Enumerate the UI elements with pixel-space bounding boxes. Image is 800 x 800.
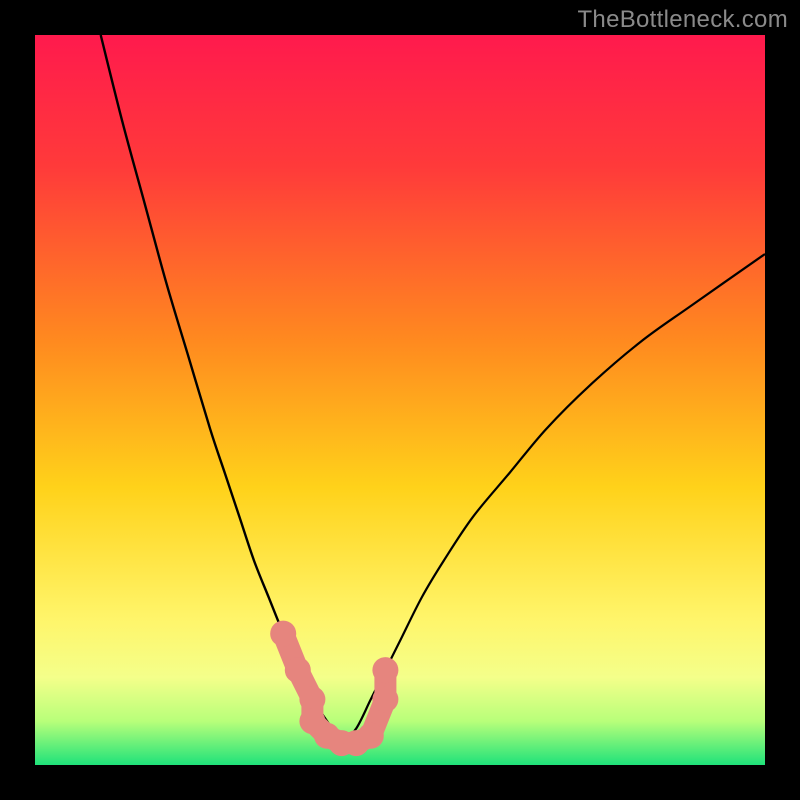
left-curve [101, 35, 342, 743]
marker-dot [372, 686, 398, 712]
watermark-text: TheBottleneck.com [577, 6, 788, 34]
marker-dot [270, 621, 296, 647]
curve-layer [35, 35, 765, 765]
chart-frame: TheBottleneck.com [0, 0, 800, 800]
plot-area [35, 35, 765, 765]
marker-dot [358, 723, 384, 749]
right-curve [342, 254, 765, 743]
marker-dot [285, 657, 311, 683]
marker-group [270, 621, 398, 757]
marker-dot [372, 657, 398, 683]
